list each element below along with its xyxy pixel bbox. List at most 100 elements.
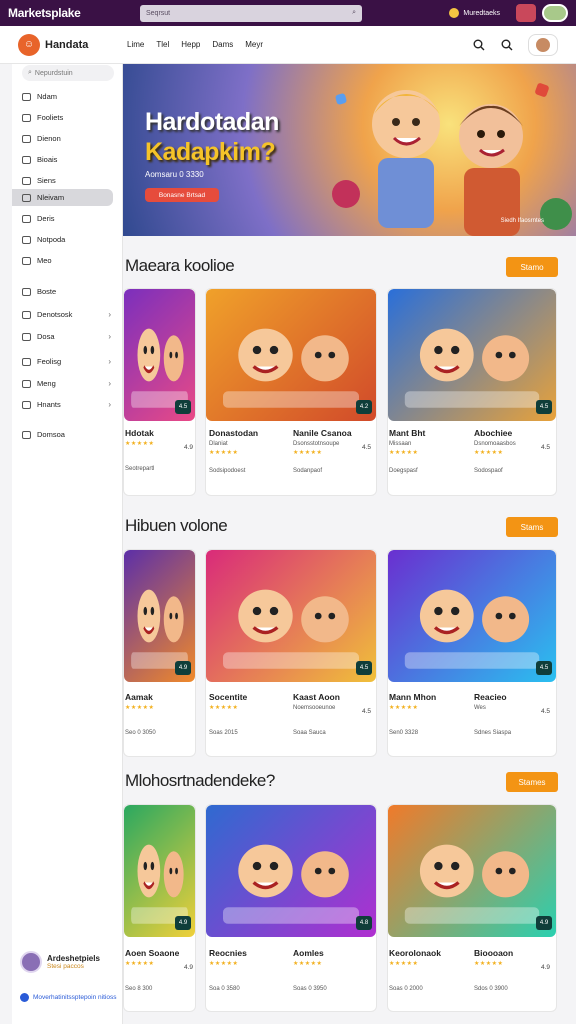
rating-badge: 4.9 [175,661,191,675]
section-show-button[interactable]: Stams [506,517,558,537]
sidebar-item[interactable]: Boste [12,283,113,300]
footer-link[interactable]: Moverhatinitssptepoin nitioss [20,993,116,1002]
sidebar-item-label: Fooliets [37,113,64,122]
chevron-right-icon[interactable]: › [108,332,111,341]
sidebar-item[interactable]: Notpoda [12,231,113,248]
game-card-info[interactable]: Socentite ★★★★★ Soas 2015 [209,692,289,756]
game-title: Donastodan [209,428,259,438]
sidebar-item[interactable]: Bioais [12,151,113,168]
star-rating: ★★★★★ [293,450,323,456]
app-logo-icon[interactable]: ☺ [18,33,40,56]
game-price: Sdnes Siaspa [474,730,512,736]
sidebar-item[interactable]: Meng › [12,375,113,392]
star-rating: ★★★★★ [474,450,504,456]
section-title: Hibuen volone [125,516,228,535]
game-price: Seo 8 300 [125,986,153,992]
game-card-info[interactable]: Reocnies ★★★★★ Soa 0 3580 [209,948,289,1012]
game-score: 4.5 [361,444,371,451]
game-thumbnail[interactable] [388,289,556,421]
game-card-info[interactable]: Nanile Csanoa Dsonsstotnsoupe ★★★★★ 4.5 Soda… [293,428,371,492]
game-card-info[interactable]: Reacieo Wes 4.5 Sdnes Siaspa [474,692,550,756]
game-card-info[interactable]: Hdotak ★★★★★ 4.9 Seotrepartl [125,428,193,492]
sidebar-item[interactable]: Denotsosk › [12,306,113,323]
nav-item[interactable]: Lime [127,40,144,49]
game-price: Soas 0 3950 [293,986,327,992]
sidebar-item-label: Dienon [37,134,61,143]
sidebar-item[interactable]: Hnants › [12,396,113,413]
nav-item[interactable]: Tlel [156,40,169,49]
user-avatar[interactable] [528,33,558,56]
nav-item[interactable]: Dams [212,40,233,49]
sidebar-user[interactable]: Ardeshetpiels Stesi paccos [20,951,100,973]
game-card-info[interactable]: Aomles ★★★★★ Soas 0 3950 [293,948,371,1012]
sidebar-item-label: Meng [37,379,56,388]
game-title: Socentite [209,692,248,702]
sidebar-item-icon [22,155,31,164]
section-show-button[interactable]: Stamo [506,257,558,277]
game-card-info[interactable]: Kaast Aoon Noemsooeunoe 4.5 Soaa Sauca [293,692,371,756]
game-score: 4.9 [183,444,193,451]
sidebar-item-label: Ndam [37,92,58,101]
sidebar-item[interactable]: Dienon [12,130,113,147]
user-status: Stesi paccos [47,963,84,970]
sidebar-item-icon [22,193,31,202]
sidebar-item-icon [22,113,31,122]
brand-title[interactable]: Marketsplake [8,6,140,20]
info-icon [20,993,29,1002]
section-show-button[interactable]: Stames [506,772,558,792]
chevron-right-icon[interactable]: › [108,400,111,409]
search-icon[interactable]: ⌕ [352,9,356,17]
sidebar-item-label: Deris [37,214,55,223]
game-card-info[interactable]: Aamak ★★★★★ Seo 0 3050 [125,692,193,756]
sidebar-item-icon [22,176,31,185]
rating-badge: 4.2 [356,400,372,414]
game-thumbnail[interactable] [388,550,556,682]
sidebar-item[interactable]: Meo [12,252,113,269]
game-price: Sodanpaof [293,468,323,474]
sidebar-item[interactable]: Deris [12,210,113,227]
game-title: Reocnies [209,948,247,958]
game-thumbnail[interactable] [388,805,556,937]
hero-cta-button[interactable]: Bonasne Brtsad [145,188,219,202]
game-art-icon [404,589,540,669]
game-art-icon [404,844,540,924]
search-alt-icon[interactable] [500,38,514,52]
game-score: 4.5 [540,708,550,715]
sidebar-item[interactable]: Ndam [12,88,113,105]
game-card-info[interactable]: Abochiee Dsnomoaasbos ★★★★★ 4.5 Sodospaof [474,428,550,492]
game-card-info[interactable]: Donastodan Dlaniat ★★★★★ Sodsipodoest [209,428,289,492]
game-art-icon [223,328,359,408]
game-thumbnail[interactable] [206,289,376,421]
search-icon[interactable] [472,38,486,52]
game-thumbnail[interactable] [206,550,376,682]
sidebar-item[interactable]: Dosa › [12,328,113,345]
chevron-right-icon[interactable]: › [108,310,111,319]
chevron-right-icon[interactable]: › [108,357,111,366]
rating-badge: 4.8 [356,916,372,930]
game-card-info[interactable]: Aoen Soaone ★★★★★ 4.9 Seo 8 300 [125,948,193,1012]
coin-status[interactable]: Muredtaeks [449,8,500,18]
hero-banner[interactable]: Hardotadan Kadapkim? Aomsaru 0 3330 Bona… [123,64,576,236]
game-price: Sodsipodoest [209,468,246,474]
app-name[interactable]: Handata [45,39,127,51]
chevron-right-icon[interactable]: › [108,379,111,388]
nav-item[interactable]: Hepp [181,40,200,49]
sidebar-item[interactable]: Fooliets [12,109,113,126]
sidebar-item[interactable]: Feolisg › [12,353,113,370]
game-card-info[interactable]: Mant Bht Missaan ★★★★★ Doegspasf [389,428,467,492]
star-rating: ★★★★★ [209,961,239,967]
sidebar-item[interactable]: Siens [12,172,113,189]
sidebar-search-input[interactable]: ⌕ Nepurdstuin [22,65,114,81]
sidebar-item[interactable]: Domsoa [12,426,113,443]
sidebar-search-placeholder: Nepurdstuin [34,69,73,77]
game-card-info[interactable]: Mann Mhon ★★★★★ Sen0 3328 [389,692,467,756]
notification-avatar[interactable] [516,4,536,22]
nav-item[interactable]: Meyr [245,40,263,49]
game-thumbnail[interactable] [206,805,376,937]
game-card-info[interactable]: Keorolonaok ★★★★★ Soas 0 2000 [389,948,467,1012]
user-avatar [20,951,42,973]
global-search-input[interactable]: Seqrsut ⌕ [140,4,362,22]
game-card-info[interactable]: Bioooaon ★★★★★ 4.9 Sdos 0 3900 [474,948,550,1012]
profile-avatar[interactable] [542,4,568,22]
sidebar-item[interactable]: Nleivam [12,189,113,206]
